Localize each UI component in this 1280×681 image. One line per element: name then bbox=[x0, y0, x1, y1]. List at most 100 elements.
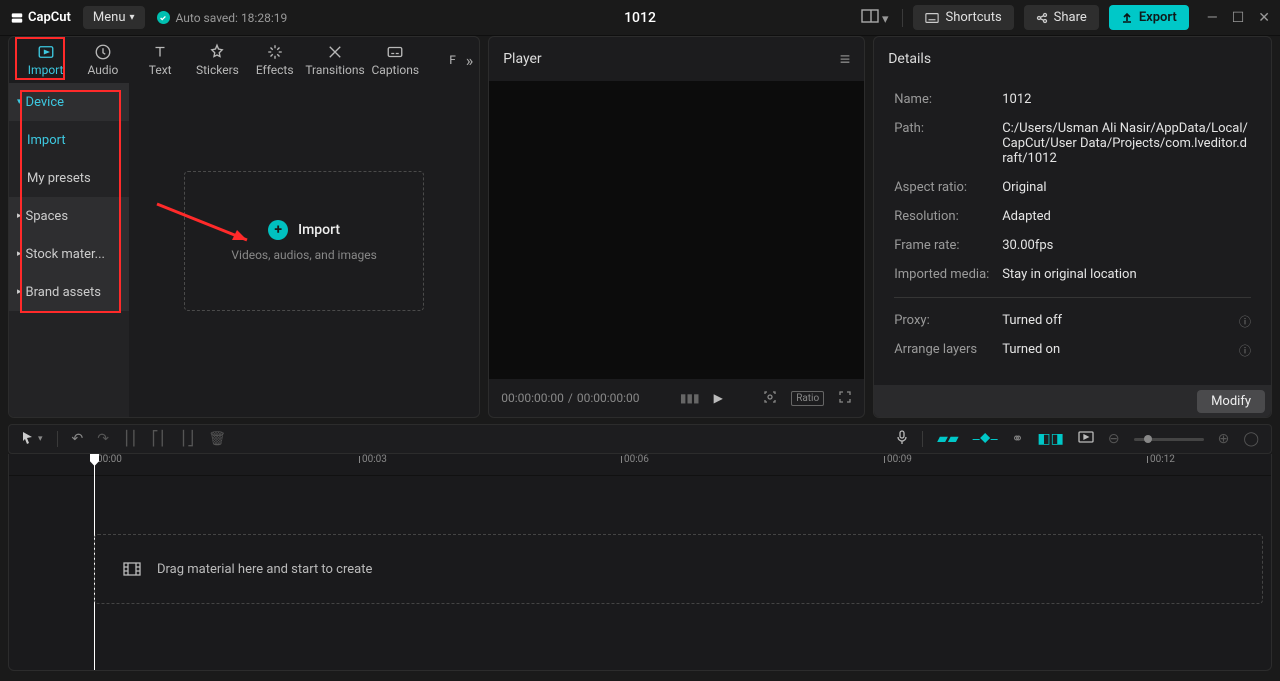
timeline-ruler[interactable]: 00:00 00:03 00:06 00:09 00:12 bbox=[9, 454, 1271, 476]
minimize-icon[interactable]: — bbox=[1207, 10, 1218, 26]
stickers-icon bbox=[208, 43, 226, 61]
tab-captions-label: Captions bbox=[371, 63, 419, 77]
focus-icon[interactable] bbox=[763, 390, 777, 407]
divider bbox=[922, 431, 923, 447]
info-icon[interactable]: ⓘ bbox=[1239, 313, 1251, 330]
shortcuts-button[interactable]: Shortcuts bbox=[913, 5, 1013, 30]
player-menu-icon[interactable]: ≡ bbox=[840, 49, 851, 70]
share-icon bbox=[1036, 12, 1048, 24]
divider bbox=[902, 9, 903, 27]
close-icon[interactable]: ✕ bbox=[1258, 10, 1270, 26]
tab-captions[interactable]: Captions bbox=[369, 37, 422, 83]
magnet-auto-icon[interactable]: ⎯◆⎯ bbox=[973, 431, 998, 447]
keyboard-icon bbox=[925, 12, 939, 24]
titlebar: CapCut Menu ▾ Auto saved: 18:28:19 1012 … bbox=[0, 0, 1280, 36]
fullscreen-icon[interactable] bbox=[838, 390, 852, 407]
delete-icon[interactable]: 🗑 bbox=[208, 431, 226, 447]
autosave-text: Auto saved: 18:28:19 bbox=[176, 11, 288, 25]
share-button[interactable]: Share bbox=[1024, 5, 1099, 30]
magnet-main-icon[interactable]: ▰▰ bbox=[937, 431, 959, 447]
layout-icon[interactable]: ▾ bbox=[857, 5, 893, 31]
chevron-right-icon bbox=[17, 211, 22, 221]
player-right-controls: Ratio bbox=[763, 390, 852, 407]
tab-effects[interactable]: Effects bbox=[248, 37, 301, 83]
time-total: 00:00:00:00 bbox=[577, 391, 640, 405]
tab-audio[interactable]: Audio bbox=[76, 37, 129, 83]
toolbar-right: ▰▰ ⎯◆⎯ ⚭ ◧◨ ⊖ ⊕ ◯ bbox=[896, 430, 1259, 448]
time-sep: / bbox=[568, 391, 573, 405]
film-icon bbox=[123, 562, 141, 576]
tab-text[interactable]: Text bbox=[134, 37, 187, 83]
effects-icon bbox=[266, 43, 284, 61]
player-header: Player ≡ bbox=[489, 37, 864, 81]
redo-icon[interactable]: ↷ bbox=[97, 431, 109, 447]
track-dropzone[interactable]: Drag material here and start to create bbox=[94, 534, 1263, 604]
maximize-icon[interactable]: ☐ bbox=[1232, 10, 1245, 26]
ruler-mark: 00:03 bbox=[359, 454, 387, 465]
pointer-icon[interactable] bbox=[21, 431, 34, 448]
export-button[interactable]: Export bbox=[1109, 5, 1189, 30]
menu-button[interactable]: Menu ▾ bbox=[83, 6, 145, 29]
detail-aspect: Aspect ratio:Original bbox=[894, 173, 1251, 202]
zoom-fit-icon[interactable]: ◯ bbox=[1243, 431, 1259, 447]
player-canvas[interactable] bbox=[489, 81, 864, 379]
transitions-icon bbox=[326, 43, 344, 61]
link-icon[interactable]: ⚭ bbox=[1012, 431, 1024, 447]
details-pane: Details Name:1012 Path:C:/Users/Usman Al… bbox=[873, 36, 1272, 418]
trim-right-icon[interactable]: ⎮⎦ bbox=[180, 431, 194, 447]
tab-import[interactable]: Import bbox=[19, 37, 72, 83]
sidebar-item-presets[interactable]: My presets bbox=[9, 159, 129, 197]
quality-icon[interactable]: ▮▮▮ bbox=[680, 391, 700, 405]
dropzone-title: Import bbox=[298, 222, 340, 238]
preview-icon[interactable] bbox=[1078, 431, 1094, 447]
export-icon bbox=[1121, 12, 1133, 24]
zoom-in-icon[interactable]: ⊕ bbox=[1218, 431, 1230, 447]
zoom-slider[interactable] bbox=[1134, 438, 1204, 441]
tab-stickers[interactable]: Stickers bbox=[191, 37, 244, 83]
mic-icon[interactable] bbox=[896, 430, 908, 448]
sidebar-item-spaces[interactable]: Spaces bbox=[9, 197, 129, 235]
tab-effects-label: Effects bbox=[256, 63, 294, 77]
zoom-out-icon[interactable]: ⊖ bbox=[1108, 431, 1120, 447]
undo-icon[interactable]: ↶ bbox=[72, 431, 84, 447]
tab-transitions[interactable]: Transitions bbox=[305, 37, 364, 83]
snap-icon[interactable]: ◧◨ bbox=[1037, 431, 1063, 447]
trim-left-icon[interactable]: ⎡⎮ bbox=[152, 431, 166, 447]
app-logo: CapCut bbox=[10, 10, 71, 25]
sidebar-item-stock[interactable]: Stock mater... bbox=[9, 235, 129, 273]
player-controls: 00:00:00:00 / 00:00:00:00 ▮▮▮ ▶ Ratio bbox=[489, 379, 864, 417]
ribbon-overflow-icon[interactable]: » bbox=[466, 51, 474, 70]
window-controls: — ☐ ✕ bbox=[1207, 10, 1270, 26]
split-icon[interactable]: ⎮⎮ bbox=[123, 431, 138, 447]
checkmark-icon bbox=[157, 11, 170, 24]
detail-proxy: Proxy:Turned offⓘ bbox=[894, 306, 1251, 335]
dropzone-row: + Import bbox=[268, 220, 340, 240]
player-pane: Player ≡ 00:00:00:00 / 00:00:00:00 ▮▮▮ ▶… bbox=[488, 36, 865, 418]
export-label: Export bbox=[1139, 10, 1177, 25]
detail-layers: Arrange layersTurned onⓘ bbox=[894, 335, 1251, 364]
detail-imported-media: Imported media:Stay in original location bbox=[894, 260, 1251, 289]
sidebar-import-label: Import bbox=[27, 133, 66, 148]
timeline-toolbar: ▾ ↶ ↷ ⎮⎮ ⎡⎮ ⎮⎦ 🗑 ▰▰ ⎯◆⎯ ⚭ ◧◨ ⊖ ⊕ ◯ bbox=[8, 424, 1272, 454]
sidebar-brand-label: Brand assets bbox=[26, 285, 101, 300]
pointer-dropdown-icon[interactable]: ▾ bbox=[38, 434, 43, 444]
time-current: 00:00:00:00 bbox=[501, 391, 564, 405]
dropzone-subtitle: Videos, audios, and images bbox=[231, 248, 376, 262]
modify-button[interactable]: Modify bbox=[1197, 390, 1265, 413]
timeline[interactable]: 00:00 00:03 00:06 00:09 00:12 Drag mater… bbox=[8, 454, 1272, 671]
sidebar-item-device[interactable]: Device bbox=[9, 83, 129, 121]
ratio-button[interactable]: Ratio bbox=[791, 391, 824, 406]
import-dropzone[interactable]: + Import Videos, audios, and images bbox=[184, 171, 424, 311]
sidebar-presets-label: My presets bbox=[27, 171, 91, 186]
zoom-thumb[interactable] bbox=[1144, 435, 1152, 443]
chevron-right-icon bbox=[17, 249, 22, 259]
plus-icon: + bbox=[268, 220, 288, 240]
modify-bar: Modify bbox=[874, 385, 1271, 417]
ruler-mark: 00:09 bbox=[884, 454, 912, 465]
import-icon bbox=[37, 43, 55, 61]
play-icon[interactable]: ▶ bbox=[714, 391, 723, 405]
sidebar-item-import[interactable]: Import bbox=[9, 121, 129, 159]
toolbar-left: ▾ ↶ ↷ ⎮⎮ ⎡⎮ ⎮⎦ 🗑 bbox=[21, 431, 226, 448]
sidebar-item-brand[interactable]: Brand assets bbox=[9, 273, 129, 311]
info-icon[interactable]: ⓘ bbox=[1239, 342, 1251, 359]
